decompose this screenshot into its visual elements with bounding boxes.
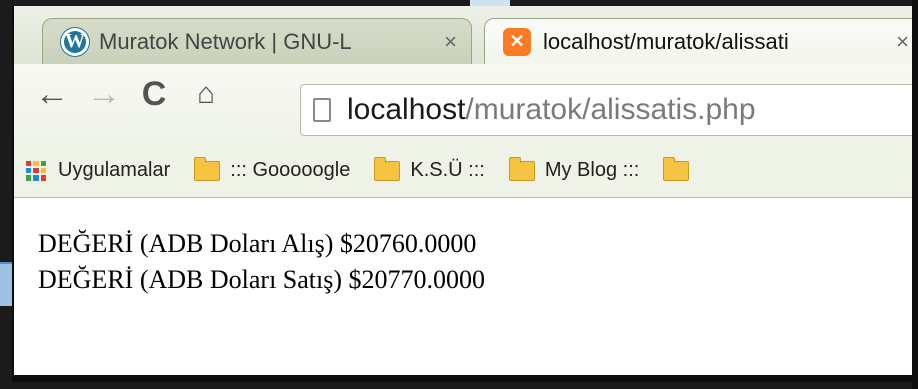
- toolbar: ← → C ⌂ localhost/muratok/alissatis.php: [14, 64, 918, 156]
- reload-button[interactable]: C: [132, 72, 176, 116]
- close-tab-icon[interactable]: ×: [896, 29, 909, 55]
- home-icon: ⌂: [196, 77, 216, 110]
- bookmark-apps[interactable]: Uygulamalar: [26, 159, 170, 182]
- bookmark-label: My Blog :::: [544, 159, 640, 181]
- page-content: DEĞERİ (ADB Doları Alış) $20760.0000 DEĞ…: [38, 226, 485, 298]
- tab-muratok-network[interactable]: W Muratok Network | GNU-L ×: [42, 18, 472, 64]
- sell-rate-line: DEĞERİ (ADB Doları Satış) $20770.0000: [38, 265, 486, 294]
- browser-window: W Muratok Network | GNU-L × ✕ localhost/…: [12, 6, 918, 382]
- bookmark-label: ::: Gooooogle: [230, 159, 351, 181]
- forward-button[interactable]: →: [82, 72, 126, 116]
- close-tab-icon[interactable]: ×: [444, 29, 457, 55]
- back-arrow-icon: ←: [35, 74, 69, 113]
- bookmark-folder-ksu[interactable]: K.S.Ü :::: [374, 156, 485, 182]
- url-host: localhost: [347, 93, 466, 126]
- reload-icon: C: [141, 74, 167, 113]
- bookmarks-bar: Uygulamalar ::: Gooooogle K.S.Ü ::: My B…: [14, 144, 918, 198]
- window-bottom-border: [14, 375, 918, 382]
- bookmark-folder-my-blog[interactable]: My Blog :::: [508, 156, 640, 182]
- desktop-fragment-left: [0, 262, 12, 306]
- page-icon: [313, 98, 331, 122]
- bookmark-folder-more[interactable]: [663, 156, 699, 181]
- address-bar[interactable]: localhost/muratok/alissatis.php: [300, 84, 918, 136]
- folder-icon: [194, 156, 221, 181]
- wordpress-icon: W: [61, 27, 89, 56]
- apps-grid-icon: [26, 160, 46, 181]
- folder-icon: [374, 156, 401, 181]
- tab-localhost[interactable]: ✕ localhost/muratok/alissati ×: [484, 18, 918, 64]
- bookmark-label: Uygulamalar: [58, 159, 171, 181]
- window-right-border: [912, 0, 918, 389]
- back-button[interactable]: ←: [30, 72, 74, 116]
- bookmark-folder-gooooogle[interactable]: ::: Gooooogle: [194, 156, 351, 182]
- home-button[interactable]: ⌂: [184, 72, 228, 116]
- folder-icon: [508, 156, 535, 181]
- buy-rate-line: DEĞERİ (ADB Doları Alış) $20760.0000: [38, 229, 477, 258]
- tab-strip: W Muratok Network | GNU-L × ✕ localhost/…: [14, 6, 918, 64]
- tab-title: Muratok Network | GNU-L: [99, 28, 352, 54]
- url-path: /muratok/alissatis.php: [465, 93, 756, 126]
- folder-icon: [663, 156, 690, 181]
- forward-arrow-icon: →: [87, 74, 121, 113]
- tab-title: localhost/muratok/alissati: [543, 28, 789, 54]
- xampp-icon: ✕: [503, 27, 531, 56]
- bookmark-label: K.S.Ü :::: [410, 159, 485, 181]
